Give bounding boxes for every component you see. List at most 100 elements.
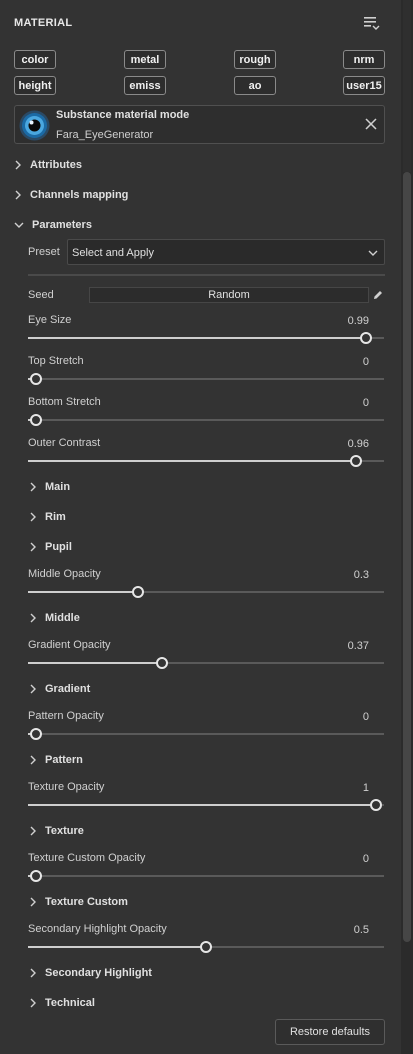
group-middle[interactable]: Middle bbox=[29, 612, 80, 624]
slider-knob[interactable] bbox=[132, 586, 144, 598]
group-texture-custom[interactable]: Texture Custom bbox=[29, 896, 128, 908]
eye-size-label: Eye Size bbox=[28, 314, 72, 326]
slider-knob[interactable] bbox=[30, 870, 42, 882]
texture-opacity-slider[interactable] bbox=[28, 799, 384, 811]
group-secondary-highlight[interactable]: Secondary Highlight bbox=[29, 967, 152, 979]
group-pupil[interactable]: Pupil bbox=[29, 541, 72, 553]
group-main[interactable]: Main bbox=[29, 481, 70, 493]
preset-value: Select and Apply bbox=[72, 247, 154, 259]
bottom-stretch-value: 0 bbox=[362, 397, 369, 409]
section-attributes[interactable]: Attributes bbox=[14, 159, 82, 171]
vertical-scrollbar[interactable] bbox=[401, 0, 413, 1054]
slider-fill bbox=[28, 804, 376, 806]
material-panel: MATERIAL color metal rough nrm height em… bbox=[0, 0, 401, 1054]
section-label: Parameters bbox=[32, 219, 92, 231]
channel-color-button[interactable]: color bbox=[14, 50, 56, 69]
preset-select[interactable]: Select and Apply bbox=[67, 239, 385, 265]
group-label: Rim bbox=[45, 511, 66, 523]
slider-fill bbox=[28, 591, 138, 593]
substance-logo-icon bbox=[19, 110, 50, 141]
slider-knob[interactable] bbox=[349, 455, 362, 467]
scrollbar-thumb[interactable] bbox=[403, 172, 411, 942]
divider bbox=[28, 274, 385, 276]
slider-fill bbox=[28, 337, 366, 339]
group-label: Texture bbox=[45, 825, 84, 837]
material-mode-title: Substance material mode bbox=[56, 109, 190, 121]
top-stretch-label: Top Stretch bbox=[28, 355, 84, 367]
group-label: Middle bbox=[45, 612, 80, 624]
chevron-right-icon bbox=[30, 755, 36, 765]
secondary-highlight-opacity-label: Secondary Highlight Opacity bbox=[28, 923, 167, 935]
middle-opacity-slider[interactable] bbox=[28, 586, 384, 598]
chevron-right-icon bbox=[30, 998, 36, 1008]
chevron-right-icon bbox=[30, 897, 36, 907]
slider-knob[interactable] bbox=[30, 414, 42, 426]
slider-fill bbox=[28, 662, 162, 664]
list-settings-icon[interactable] bbox=[362, 15, 380, 31]
texture-custom-opacity-label: Texture Custom Opacity bbox=[28, 852, 146, 864]
group-label: Texture Custom bbox=[45, 896, 128, 908]
secondary-highlight-opacity-value: 0.5 bbox=[353, 924, 369, 936]
channel-ao-button[interactable]: ao bbox=[234, 76, 276, 95]
chevron-right-icon bbox=[30, 512, 36, 522]
group-gradient[interactable]: Gradient bbox=[29, 683, 90, 695]
slider-knob[interactable] bbox=[30, 728, 42, 740]
secondary-highlight-opacity-slider[interactable] bbox=[28, 941, 384, 953]
top-stretch-slider[interactable] bbox=[28, 373, 384, 385]
slider-knob[interactable] bbox=[359, 332, 372, 344]
texture-opacity-value: 1 bbox=[362, 782, 369, 794]
close-icon[interactable] bbox=[364, 117, 378, 131]
channel-metal-button[interactable]: metal bbox=[124, 50, 166, 69]
texture-opacity-label: Texture Opacity bbox=[28, 781, 105, 793]
slider-knob[interactable] bbox=[155, 657, 168, 669]
group-pattern[interactable]: Pattern bbox=[29, 754, 83, 766]
chevron-right-icon bbox=[15, 190, 21, 200]
restore-defaults-button[interactable]: Restore defaults bbox=[275, 1019, 385, 1045]
seed-label: Seed bbox=[28, 289, 54, 301]
group-rim[interactable]: Rim bbox=[29, 511, 66, 523]
chevron-down-icon bbox=[368, 250, 378, 256]
channel-emiss-button[interactable]: emiss bbox=[124, 76, 166, 95]
gradient-opacity-value: 0.37 bbox=[347, 640, 369, 652]
outer-contrast-slider[interactable] bbox=[28, 455, 384, 467]
slider-knob[interactable] bbox=[370, 799, 382, 811]
seed-random-button[interactable]: Random bbox=[89, 287, 369, 303]
channel-user15-button[interactable]: user15 bbox=[343, 76, 385, 95]
bottom-stretch-label: Bottom Stretch bbox=[28, 396, 101, 408]
group-label: Pupil bbox=[45, 541, 72, 553]
section-channels-mapping[interactable]: Channels mapping bbox=[14, 189, 128, 201]
pattern-opacity-value: 0 bbox=[362, 711, 369, 723]
slider-fill bbox=[28, 946, 206, 948]
preset-label: Preset bbox=[28, 246, 60, 258]
eye-size-slider[interactable] bbox=[28, 332, 384, 344]
bottom-stretch-slider[interactable] bbox=[28, 414, 384, 426]
chevron-right-icon bbox=[30, 684, 36, 694]
group-label: Pattern bbox=[45, 754, 83, 766]
channel-height-button[interactable]: height bbox=[14, 76, 56, 95]
eye-size-value: 0.99 bbox=[347, 315, 369, 327]
top-stretch-value: 0 bbox=[362, 356, 369, 368]
channel-rough-button[interactable]: rough bbox=[234, 50, 276, 69]
middle-opacity-value: 0.3 bbox=[353, 569, 369, 581]
group-texture[interactable]: Texture bbox=[29, 825, 84, 837]
group-label: Secondary Highlight bbox=[45, 967, 152, 979]
chevron-right-icon bbox=[30, 826, 36, 836]
slider-knob[interactable] bbox=[30, 373, 42, 385]
texture-custom-opacity-slider[interactable] bbox=[28, 870, 384, 882]
pencil-icon[interactable] bbox=[372, 289, 384, 301]
middle-opacity-label: Middle Opacity bbox=[28, 568, 101, 580]
scrollbar-track bbox=[403, 0, 411, 172]
pattern-opacity-slider[interactable] bbox=[28, 728, 384, 740]
channel-nrm-button[interactable]: nrm bbox=[343, 50, 385, 69]
chevron-right-icon bbox=[30, 613, 36, 623]
chevron-right-icon bbox=[15, 160, 21, 170]
slider-knob[interactable] bbox=[200, 941, 212, 953]
chevron-right-icon bbox=[30, 968, 36, 978]
gradient-opacity-slider[interactable] bbox=[28, 657, 384, 669]
section-label: Channels mapping bbox=[30, 189, 129, 201]
group-label: Technical bbox=[45, 997, 95, 1009]
group-technical[interactable]: Technical bbox=[29, 997, 95, 1009]
pattern-opacity-label: Pattern Opacity bbox=[28, 710, 104, 722]
section-parameters[interactable]: Parameters bbox=[14, 219, 92, 231]
group-label: Gradient bbox=[45, 683, 91, 695]
